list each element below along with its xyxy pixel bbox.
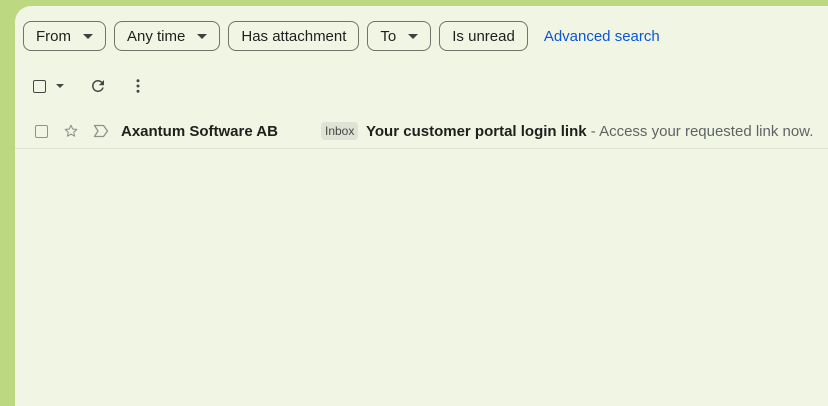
- filter-chip-label: To: [380, 27, 397, 45]
- caret-down-icon: [197, 33, 208, 39]
- inbox-label-badge: Inbox: [321, 122, 359, 140]
- filter-chip-label: Is unread: [452, 27, 515, 45]
- email-row-checkbox[interactable]: [35, 124, 48, 138]
- more-vert-icon: [136, 79, 140, 93]
- select-all-checkbox[interactable]: [33, 79, 46, 93]
- importance-marker-icon[interactable]: [93, 124, 109, 138]
- email-subject-line: Your customer portal login link - Access…: [366, 123, 813, 140]
- email-subject: Your customer portal login link: [366, 122, 587, 140]
- more-options-button[interactable]: [126, 74, 150, 98]
- chevron-down-icon[interactable]: [56, 84, 64, 88]
- filter-chip-from[interactable]: From: [23, 21, 106, 51]
- label-important-icon: [93, 124, 109, 138]
- filter-chip-any-time[interactable]: Any time: [114, 21, 221, 51]
- filter-chip-is-unread[interactable]: Is unread: [439, 21, 528, 51]
- star-outline-icon: [64, 124, 78, 137]
- advanced-search-link[interactable]: Advanced search: [544, 28, 660, 45]
- filter-chip-label: From: [36, 27, 71, 45]
- caret-down-icon: [83, 33, 93, 39]
- refresh-icon: [92, 80, 104, 92]
- list-toolbar: [33, 74, 150, 98]
- email-sender: Axantum Software AB: [121, 122, 278, 140]
- search-filter-chips: From Any time Has attachment To Is unrea…: [23, 21, 660, 51]
- filter-chip-label: Any time: [127, 27, 186, 45]
- mail-panel: From Any time Has attachment To Is unrea…: [15, 6, 828, 406]
- star-icon[interactable]: [63, 123, 79, 139]
- caret-down-icon: [408, 33, 419, 39]
- filter-chip-has-attachment[interactable]: Has attachment: [228, 21, 360, 51]
- filter-chip-label: Has attachment: [241, 27, 347, 45]
- email-snippet: - Access your requested link now.: [586, 122, 814, 140]
- refresh-button[interactable]: [86, 74, 110, 98]
- email-row[interactable]: Axantum Software AB Inbox Your customer …: [15, 114, 828, 149]
- filter-chip-to[interactable]: To: [367, 21, 432, 51]
